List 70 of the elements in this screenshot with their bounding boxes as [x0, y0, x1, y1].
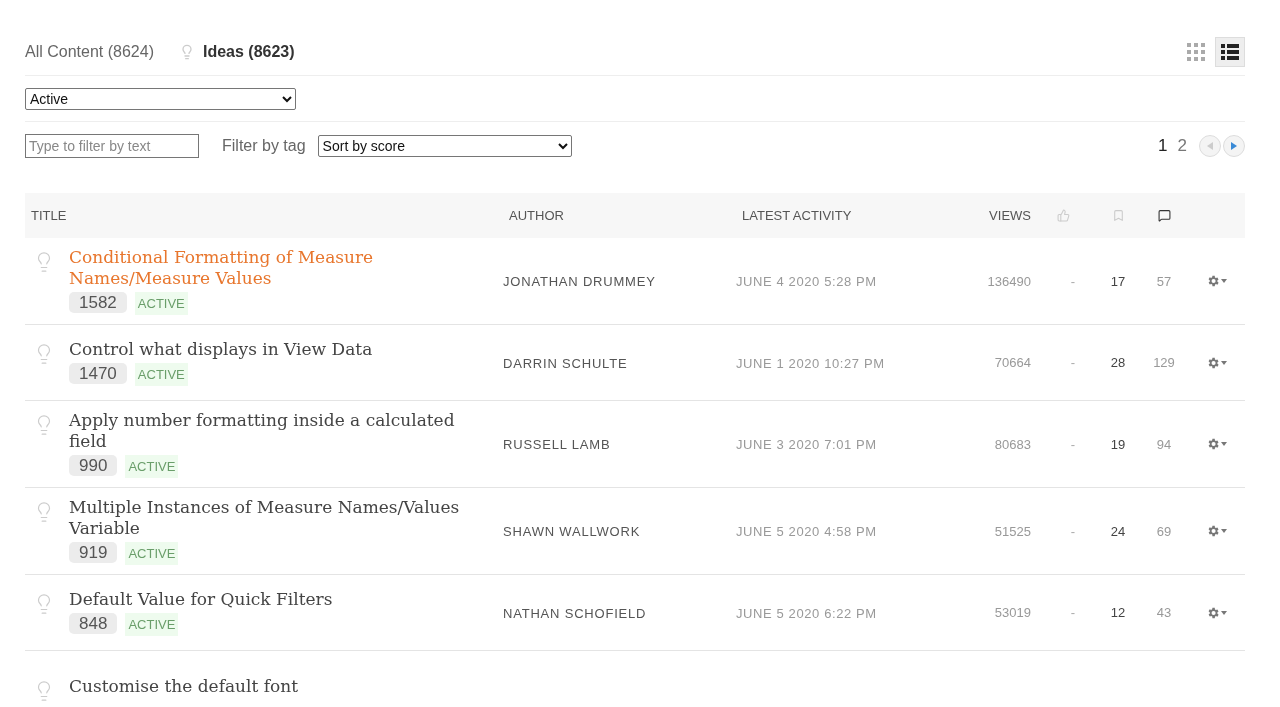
column-header[interactable]: LATEST ACTIVITY: [736, 208, 852, 223]
activity-date: JUNE 5 2020 6:22 PM: [736, 605, 877, 621]
score-count: 848: [69, 613, 118, 634]
bookmark-count: 28: [1110, 355, 1126, 370]
author-name: NATHAN SCHOFIELD: [503, 605, 647, 621]
status-tag: ACTIVE: [125, 613, 179, 636]
comment-count: 69: [1156, 523, 1172, 539]
activity-date: JUNE 4 2020 5:28 PM: [736, 274, 877, 289]
activity-date: JUNE 5 2020 4:58 PM: [736, 524, 877, 539]
sort-select[interactable]: Sort by score: [317, 135, 572, 157]
vote-count: -: [1069, 436, 1076, 452]
right-triangle-icon: [1231, 142, 1237, 150]
caret-icon: [1220, 529, 1227, 533]
vote-count: -: [1069, 355, 1076, 370]
column-header[interactable]: TITLE: [25, 208, 67, 223]
idea-title-link[interactable]: Customise the default font: [69, 675, 299, 697]
status-tag: ACTIVE: [125, 455, 179, 478]
view-count: 136490: [987, 273, 1031, 289]
author-name: RUSSELL LAMB: [503, 437, 611, 452]
left-triangle-icon: [1207, 142, 1213, 150]
comment-count: 57: [1156, 273, 1172, 289]
bookmark-count: 12: [1110, 605, 1126, 620]
score-count: 919: [69, 542, 118, 563]
idea-title-link[interactable]: Default Value for Quick Filters: [69, 589, 333, 610]
next-page-button[interactable]: [1223, 135, 1245, 157]
bookmark-count: 19: [1110, 436, 1126, 452]
content-tab[interactable]: Ideas (8623): [178, 42, 295, 61]
comment-icon[interactable]: [1157, 209, 1171, 222]
author-name: DARRIN SCHULTE: [503, 355, 628, 371]
bookmark-count: 17: [1110, 273, 1126, 289]
content-tab[interactable]: All Content (8624): [25, 42, 154, 61]
vote-count: -: [1069, 523, 1076, 539]
caret-icon: [1220, 442, 1227, 446]
grid-view-icon: [1187, 42, 1205, 61]
bookmark-count: 24: [1110, 523, 1126, 539]
view-count: 53019: [994, 605, 1031, 620]
idea-title-link[interactable]: Multiple Instances of Measure Names/Values Variable: [69, 497, 469, 539]
score-count: 990: [69, 455, 118, 476]
view-count: 51525: [994, 523, 1031, 539]
column-header[interactable]: VIEWS: [989, 208, 1031, 223]
vote-count: -: [1069, 605, 1076, 620]
list-view-button[interactable]: [1215, 36, 1245, 67]
caret-icon: [1220, 610, 1227, 615]
idea-title-link[interactable]: Control what displays in View Data: [69, 339, 373, 360]
author-name: SHAWN WALLWORK: [503, 524, 641, 539]
caret-icon: [1220, 279, 1227, 283]
score-count: 1470: [69, 363, 127, 384]
page-link[interactable]: 2: [1177, 136, 1187, 156]
view-count: 80683: [994, 436, 1031, 452]
activity-date: JUNE 1 2020 10:27 PM: [736, 355, 885, 371]
comment-count: 129: [1153, 355, 1175, 370]
comment-count: 43: [1156, 605, 1172, 620]
author-name: JONATHAN DRUMMEY: [503, 274, 656, 289]
status-tag: ACTIVE: [134, 292, 188, 315]
list-view-icon: [1221, 43, 1239, 60]
score-count: 1582: [69, 292, 127, 313]
status-tag: ACTIVE: [134, 363, 188, 386]
tag-filter-label: Filter by tag: [222, 137, 306, 155]
thumbs-up-icon[interactable]: [1056, 209, 1070, 222]
caret-icon: [1220, 360, 1227, 365]
idea-title-link[interactable]: Apply number formatting inside a calculated field: [69, 410, 469, 452]
activity-date: JUNE 3 2020 7:01 PM: [736, 437, 877, 452]
comment-count: 94: [1156, 436, 1172, 452]
vote-count: -: [1069, 273, 1076, 289]
status-tag: ACTIVE: [125, 542, 179, 565]
column-header[interactable]: AUTHOR: [503, 208, 564, 223]
text-filter-field[interactable]: Type to filter by text: [25, 134, 199, 158]
view-count: 70664: [994, 355, 1031, 370]
status-select[interactable]: Active: [25, 87, 296, 110]
page-link[interactable]: 1: [1158, 136, 1168, 156]
